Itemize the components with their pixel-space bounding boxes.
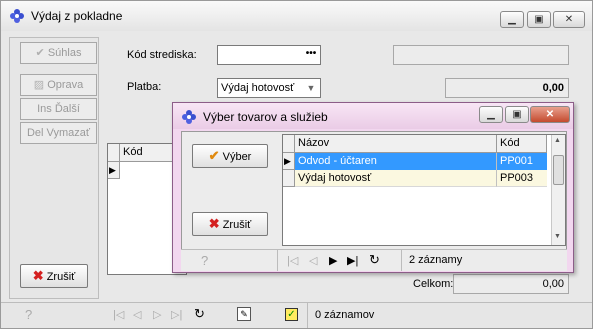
main-zrusit-button[interactable]: ✖ Zrušiť (20, 264, 88, 288)
check-icon: ✔ (35, 47, 45, 59)
maximize-button[interactable]: ▣ (527, 11, 551, 28)
delete-x-icon: ✖ (208, 216, 220, 231)
records-count: 2 záznamy (409, 254, 463, 266)
platba-value: Výdaj hotovosť (221, 82, 295, 94)
dialog-items-grid[interactable]: Názov Kód ▶ Odvod - účtaren PP001 Výdaj … (282, 134, 566, 246)
vyber-dialog: Výber tovarov a služieb ▁ ▣ ✕ ✔ Výber ✖ … (172, 102, 574, 273)
vyber-button[interactable]: ✔ Výber (192, 144, 268, 168)
edit-icon: ▨ (33, 79, 45, 91)
ins-dalsi-button[interactable]: Ins Ďalší (20, 98, 97, 120)
dialog-body: ✔ Výber ✖ Zrušiť Názov Kód ▶ Odvod - účt… (181, 131, 567, 267)
main-titlebar[interactable]: Výdaj z pokladne ▁ ▣ ✕ (1, 1, 592, 31)
main-statusbar: ? |◁ ◁ ▷ ▷| ↻ ✎ ✓ 0 záznamov (1, 302, 592, 328)
help-icon[interactable]: ? (201, 253, 208, 268)
oprava-button[interactable]: ▨ Oprava (20, 74, 97, 96)
first-record-icon[interactable]: |◁ (113, 308, 124, 321)
ellipsis-icon[interactable]: ••• (303, 47, 319, 63)
last-record-icon[interactable]: ▶| (347, 254, 358, 267)
minimize-button[interactable]: ▁ (500, 11, 524, 28)
action-panel: ✔ Súhlas ▨ Oprava Ins Ďalší Del Vymazať … (9, 37, 99, 299)
celkom-value: 0,00 (453, 274, 569, 294)
dialog-flower-icon (181, 109, 197, 125)
scroll-thumb[interactable] (553, 155, 564, 185)
celkom-label: Celkom: (413, 278, 454, 290)
delete-x-icon: ✖ (32, 268, 44, 283)
row-header (283, 170, 295, 187)
checkbox-icon[interactable]: ✓ (285, 308, 298, 321)
app-flower-icon (9, 8, 25, 24)
refresh-icon[interactable]: ↻ (369, 252, 380, 268)
grid-header-kod[interactable]: Kód (497, 135, 547, 153)
close-button[interactable]: ✕ (553, 11, 585, 28)
table-row-kod[interactable]: PP001 (497, 153, 547, 170)
next-record-icon[interactable]: ▶ (329, 254, 337, 267)
main-title: Výdaj z pokladne (31, 9, 123, 23)
grid-corner (108, 144, 120, 162)
row-pointer-icon: ▶ (108, 162, 120, 179)
checkmark-icon: ✔ (208, 148, 220, 163)
stredisko-name-field (393, 45, 569, 65)
amount-field: 0,00 (445, 78, 569, 98)
dialog-close-button[interactable]: ✕ (530, 106, 570, 123)
status-divider (401, 250, 402, 271)
dialog-minimize-button[interactable]: ▁ (479, 106, 503, 123)
dialog-grid-corner (283, 135, 295, 153)
table-row-kod[interactable]: PP003 (497, 170, 547, 187)
dialog-titlebar[interactable]: Výber tovarov a služieb ▁ ▣ ✕ (173, 103, 573, 129)
chevron-down-icon[interactable]: ▼ (303, 80, 319, 96)
scroll-down-icon[interactable]: ▼ (554, 233, 561, 240)
notepad-icon[interactable]: ✎ (237, 307, 251, 321)
help-icon[interactable]: ? (25, 307, 32, 322)
status-divider (307, 303, 308, 328)
dialog-zrusit-button[interactable]: ✖ Zrušiť (192, 212, 268, 236)
records-count: 0 záznamov (315, 309, 375, 321)
last-record-icon[interactable]: ▷| (171, 308, 182, 321)
grid-header-nazov[interactable]: Názov (295, 135, 497, 153)
status-divider (277, 250, 278, 271)
kod-strediska-label: Kód strediska: (127, 49, 197, 61)
dialog-statusbar: ? |◁ ◁ ▶ ▶| ↻ 2 záznamy (181, 249, 567, 271)
scroll-up-icon[interactable]: ▲ (554, 137, 561, 144)
row-pointer-icon: ▶ (283, 153, 295, 170)
suhlas-button[interactable]: ✔ Súhlas (20, 42, 97, 64)
dialog-title: Výber tovarov a služieb (203, 110, 328, 124)
platba-label: Platba: (127, 81, 162, 93)
refresh-icon[interactable]: ↻ (194, 306, 205, 322)
dialog-maximize-button[interactable]: ▣ (505, 106, 529, 123)
table-row-nazov[interactable]: Odvod - účtaren (295, 153, 497, 170)
vertical-scrollbar[interactable]: ▲ ▼ (551, 135, 565, 245)
table-row-nazov[interactable]: Výdaj hotovosť (295, 170, 497, 187)
prev-record-icon[interactable]: ◁ (309, 254, 317, 267)
del-vymazat-button[interactable]: Del Vymazať (20, 122, 97, 144)
prev-record-icon[interactable]: ◁ (133, 308, 141, 321)
first-record-icon[interactable]: |◁ (287, 254, 298, 267)
next-record-icon[interactable]: ▷ (153, 308, 161, 321)
